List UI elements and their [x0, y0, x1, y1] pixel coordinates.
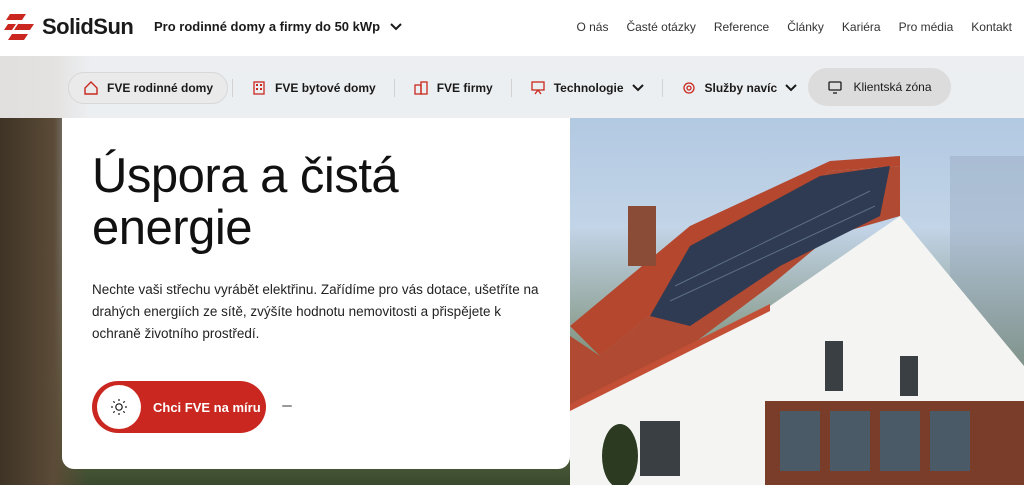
solidsun-logo-icon	[4, 14, 34, 40]
top-bar: SolidSun Pro rodinné domy a firmy do 50 …	[0, 0, 1024, 56]
main-nav: FVE rodinné domy FVE bytové domy FVE fir…	[68, 72, 811, 104]
nav-item-label: FVE rodinné domy	[107, 81, 214, 95]
nav-divider	[661, 79, 663, 97]
sun-icon	[111, 399, 127, 415]
top-link-caste-otazky[interactable]: Časté otázky	[626, 20, 695, 34]
nav-item-fve-firmy[interactable]: FVE firmy	[399, 72, 507, 104]
cta-label: Chci FVE na míru	[153, 399, 261, 415]
logo-text: SolidSun	[42, 14, 134, 39]
nav-item-technologie[interactable]: Technologie	[516, 72, 658, 104]
house-icon	[84, 81, 98, 95]
top-link-clanky[interactable]: Články	[787, 20, 824, 34]
cta-icon-circle	[97, 385, 141, 429]
monitor-icon	[828, 81, 843, 94]
nav-item-label: Technologie	[553, 81, 624, 95]
top-link-kontakt[interactable]: Kontakt	[971, 20, 1012, 34]
nav-divider	[510, 79, 512, 97]
chevron-down-icon	[631, 84, 644, 92]
nav-item-fve-rodinne-domy[interactable]: FVE rodinné domy	[68, 72, 229, 104]
cta-button[interactable]: Chci FVE na míru	[92, 381, 266, 433]
logo[interactable]: SolidSun	[4, 14, 134, 40]
nav-item-label: FVE bytové domy	[275, 81, 376, 95]
nav-divider	[232, 79, 234, 97]
top-link-o-nas[interactable]: O nás	[576, 20, 608, 34]
segment-label: Pro rodinné domy a firmy do 50 kWp	[154, 19, 381, 34]
gear-icon	[682, 82, 695, 94]
top-link-pro-media[interactable]: Pro média	[899, 20, 954, 34]
main-nav-bar: FVE rodinné domy FVE bytové domy FVE fir…	[0, 56, 1024, 118]
hero-lead-text: Nechte vaši střechu vyrábět elektřinu. Z…	[92, 282, 539, 341]
nav-item-sluzby-navic[interactable]: Služby navíc	[667, 72, 812, 104]
nav-item-label: FVE firmy	[436, 81, 493, 95]
top-link-kariera[interactable]: Kariéra	[842, 20, 881, 34]
house-with-solar-panels-image	[570, 156, 1024, 485]
office-building-icon	[414, 81, 428, 95]
segment-selector[interactable]: Pro rodinné domy a firmy do 50 kWp	[154, 19, 402, 34]
chevron-down-icon	[785, 84, 797, 92]
top-link-reference[interactable]: Reference	[714, 20, 769, 34]
hero-card: Úspora a čistá energie Nechte vaši střec…	[62, 118, 570, 469]
hero: FVE rodinné domy FVE bytové domy FVE fir…	[0, 56, 1024, 485]
hero-title: Úspora a čistá energie	[92, 149, 399, 255]
nav-divider	[393, 79, 395, 97]
top-links: O nás Časté otázky Reference Články Kari…	[576, 20, 1012, 34]
apartment-building-icon	[253, 81, 265, 95]
client-zone-button[interactable]: Klientská zóna	[808, 68, 951, 106]
nav-item-label: Služby navíc	[704, 81, 778, 95]
slider-indicator	[282, 405, 292, 407]
chevron-down-icon	[390, 22, 402, 30]
client-zone-label: Klientská zóna	[853, 80, 932, 94]
nav-item-fve-bytove-domy[interactable]: FVE bytové domy	[237, 72, 390, 104]
presentation-icon	[531, 81, 545, 95]
